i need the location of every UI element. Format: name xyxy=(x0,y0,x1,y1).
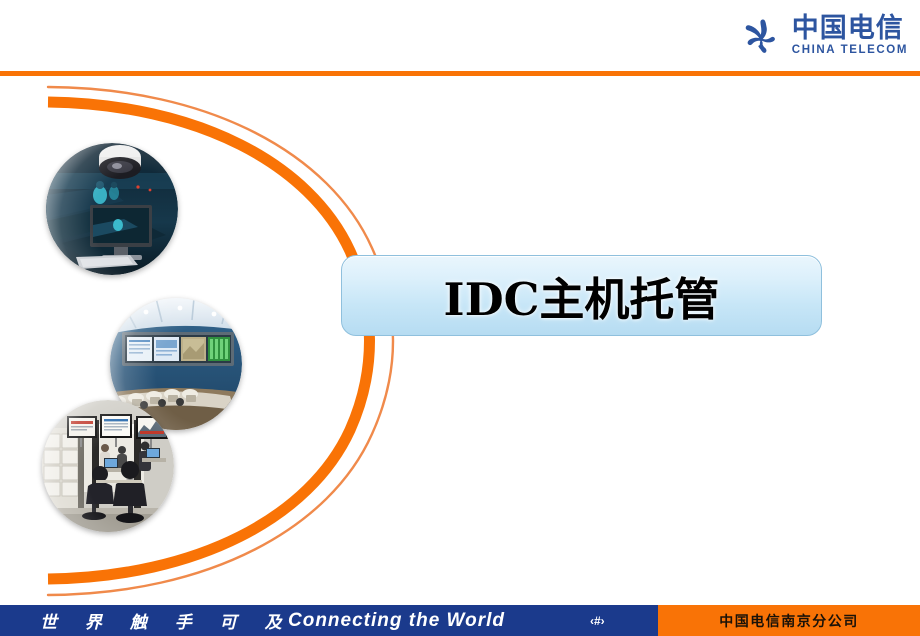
slide-canvas: 中国电信 CHINA TELECOM IDC主机托管 世 界 触 手 可 及 C… xyxy=(0,0,920,636)
photo-3-artwork xyxy=(42,400,174,532)
slide-title-plate: IDC主机托管 xyxy=(341,255,822,336)
footer-tagline-cn: 世 界 触 手 可 及 xyxy=(40,613,293,633)
slide-number-placeholder: ‹#› xyxy=(590,613,605,628)
photo-data-center-operations-room xyxy=(42,400,174,532)
slide-footer: 世 界 触 手 可 及 Connecting the World ‹#› 中国电… xyxy=(0,605,920,636)
page-title: IDC主机托管 xyxy=(443,273,720,326)
logo-name-en: CHINA TELECOM xyxy=(791,44,908,57)
slide-header: 中国电信 CHINA TELECOM xyxy=(0,0,920,71)
logo-name-cn: 中国电信 xyxy=(791,13,904,45)
footer-tagline-bar: 世 界 触 手 可 及 Connecting the World ‹#› xyxy=(0,605,658,636)
footer-company-name: 中国电信南京分公司 xyxy=(719,613,859,630)
footer-tagline-en: Connecting the World xyxy=(288,609,506,631)
photo-1-artwork xyxy=(46,143,178,275)
footer-company-bar: 中国电信南京分公司 xyxy=(658,605,920,636)
china-telecom-logo: 中国电信 CHINA TELECOM xyxy=(740,12,908,60)
china-telecom-mark-icon xyxy=(745,19,775,53)
logo-wordmark: 中国电信 CHINA TELECOM xyxy=(792,15,908,57)
header-divider-rule xyxy=(0,71,920,76)
photo-surveillance-camera-monitoring xyxy=(46,143,178,275)
